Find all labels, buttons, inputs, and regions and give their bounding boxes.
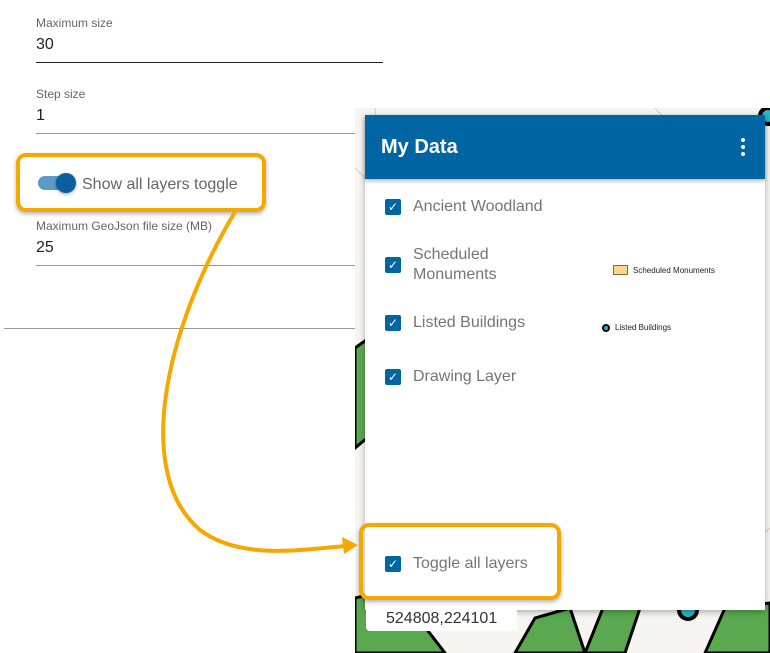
annotation-arrow	[161, 210, 358, 554]
